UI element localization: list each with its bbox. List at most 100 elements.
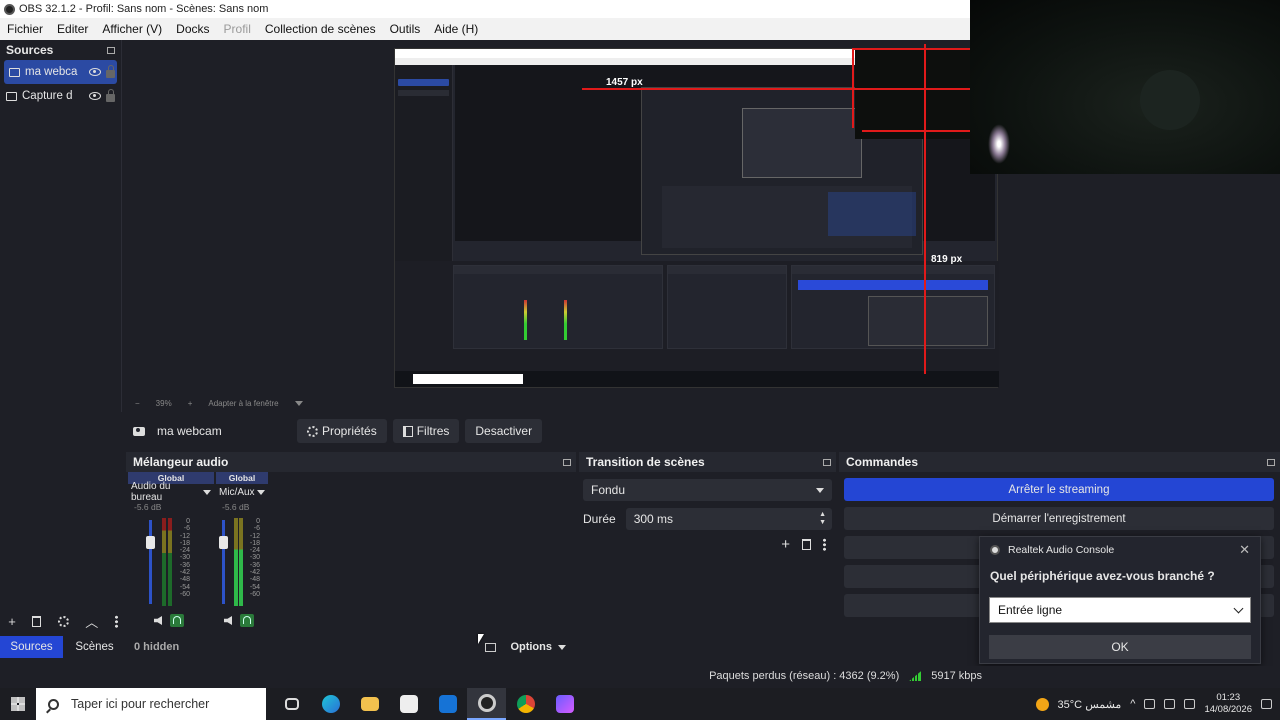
start-recording-button[interactable]: Démarrer l'enregistrement <box>844 507 1274 530</box>
source-toolbar: ma webcam Propriétés Filtres Desactiver <box>123 418 1280 444</box>
transition-select[interactable]: Fondu <box>583 479 832 501</box>
scale-tick: -12 <box>179 532 190 540</box>
webcam-person <box>1140 70 1200 130</box>
options-button[interactable]: Options <box>510 641 566 653</box>
volume-fader-desktop[interactable] <box>149 520 152 604</box>
app-icon <box>555 695 574 713</box>
ok-button[interactable]: OK <box>989 635 1251 659</box>
visibility-eye-icon[interactable] <box>89 92 101 100</box>
chevron-up-icon[interactable]: ^ <box>1130 698 1135 710</box>
trash-icon[interactable] <box>802 539 811 550</box>
visibility-eye-icon[interactable] <box>89 68 101 76</box>
network-icon[interactable] <box>1164 699 1176 709</box>
taskbar-explorer[interactable] <box>350 688 389 720</box>
menu-bar: Fichier Editer Afficher (V) Docks Profil… <box>0 18 970 40</box>
level-meter <box>162 518 166 606</box>
chrome-icon <box>516 695 535 713</box>
add-icon[interactable]: + <box>781 536 790 553</box>
channel-name: Mic/Aux <box>219 486 255 498</box>
chevron-up-icon[interactable]: ︿ <box>85 612 98 631</box>
stop-streaming-button[interactable]: Arrêter le streaming <box>844 478 1274 501</box>
filters-button[interactable]: Filtres <box>392 419 460 443</box>
lock-icon[interactable] <box>106 64 115 78</box>
add-source-icon[interactable]: + <box>8 614 16 629</box>
undock-icon[interactable] <box>823 458 831 466</box>
fader-knob[interactable] <box>146 536 155 549</box>
zoom-out-button[interactable]: − <box>135 399 140 408</box>
lock-icon[interactable] <box>106 88 115 102</box>
menu-fichier[interactable]: Fichier <box>0 22 50 36</box>
menu-afficher[interactable]: Afficher (V) <box>95 22 169 36</box>
menu-aide[interactable]: Aide (H) <box>427 22 485 36</box>
taskbar-outlook[interactable] <box>428 688 467 720</box>
scale-tick: -42 <box>249 569 260 577</box>
undock-icon[interactable] <box>107 46 115 54</box>
tray-icon[interactable] <box>1144 699 1156 709</box>
filters-label: Filtres <box>416 424 450 438</box>
menu-outils[interactable]: Outils <box>383 22 428 36</box>
channel-device-select[interactable]: Audio du bureau <box>128 481 214 503</box>
mixer-layout-icon[interactable] <box>485 642 497 652</box>
nested-mixer <box>453 265 663 349</box>
edge-icon <box>321 695 340 713</box>
chevron-down-icon <box>558 644 566 650</box>
taskbar-obs[interactable] <box>467 688 506 720</box>
headphone-monitor-icon[interactable] <box>170 614 184 627</box>
guide-line-vertical-long <box>924 44 926 374</box>
nested-search <box>413 374 523 384</box>
menu-collection-scenes[interactable]: Collection de scènes <box>258 22 383 36</box>
speaker-icon[interactable] <box>224 616 232 625</box>
taskbar-search[interactable]: Taper ici pour rechercher <box>36 688 266 720</box>
volume-fader-mic[interactable] <box>222 520 225 604</box>
camera-source-icon <box>9 67 20 77</box>
device-select[interactable]: Entrée ligne <box>989 597 1251 623</box>
duration-input[interactable]: 300 ms ▲ ▼ <box>625 508 832 530</box>
tab-scenes[interactable]: Scènes <box>63 636 126 658</box>
taskbar-app[interactable] <box>545 688 584 720</box>
properties-button[interactable]: Propriétés <box>297 419 387 443</box>
zoom-dropdown-icon[interactable] <box>294 400 303 406</box>
chevron-down-icon <box>1233 603 1244 613</box>
source-item-webcam[interactable]: ma webca <box>4 60 117 84</box>
taskbar-chrome[interactable] <box>506 688 545 720</box>
notification-icon[interactable] <box>1261 699 1272 709</box>
weather-sun-icon[interactable] <box>1035 697 1049 711</box>
weather-text[interactable]: 35°C مشمس <box>1058 698 1122 711</box>
undock-icon[interactable] <box>1267 458 1275 466</box>
preview-canvas[interactable] <box>394 48 999 388</box>
taskbar-edge[interactable] <box>311 688 350 720</box>
speaker-icon[interactable] <box>154 616 162 625</box>
nested-realtek-dialog <box>868 296 988 346</box>
guide-line-horizontal <box>582 88 970 90</box>
volume-icon[interactable] <box>1184 699 1196 709</box>
undock-icon[interactable] <box>563 458 571 466</box>
scale-tick: -36 <box>179 561 190 569</box>
deactivate-button[interactable]: Desactiver <box>465 419 543 443</box>
close-icon[interactable]: ✕ <box>1239 542 1250 558</box>
start-button[interactable] <box>0 688 36 720</box>
spin-arrows-icon[interactable]: ▲ ▼ <box>819 511 826 527</box>
task-view-button[interactable] <box>272 688 311 720</box>
source-item-capture[interactable]: Capture d <box>0 84 121 108</box>
fader-knob[interactable] <box>219 536 228 549</box>
chevron-down-icon <box>816 487 824 493</box>
menu-editer[interactable]: Editer <box>50 22 95 36</box>
headphone-monitor-icon[interactable] <box>240 614 254 627</box>
taskbar-store[interactable] <box>389 688 428 720</box>
clock[interactable]: 01:23 14/08/2026 <box>1204 692 1252 716</box>
gear-icon[interactable] <box>57 615 69 627</box>
fit-window-label[interactable]: Adapter à la fenêtre <box>208 399 278 408</box>
zoom-bar: − 39% + Adapter à la fenêtre <box>123 396 970 410</box>
menu-profil[interactable]: Profil <box>217 22 258 36</box>
zoom-in-button[interactable]: + <box>188 399 193 408</box>
more-icon[interactable] <box>823 538 826 551</box>
obs-logo-icon <box>4 3 15 15</box>
trash-icon[interactable] <box>32 615 42 627</box>
menu-docks[interactable]: Docks <box>169 22 216 36</box>
more-icon[interactable] <box>114 614 118 628</box>
channel-device-select[interactable]: Mic/Aux <box>216 484 268 500</box>
tab-sources[interactable]: Sources <box>0 636 63 658</box>
scene-transition-dock: Transition de scènes Fondu Durée 300 ms … <box>579 452 836 662</box>
realtek-dialog: Realtek Audio Console ✕ Quel périphériqu… <box>979 536 1261 664</box>
scale-tick: -60 <box>179 590 190 598</box>
